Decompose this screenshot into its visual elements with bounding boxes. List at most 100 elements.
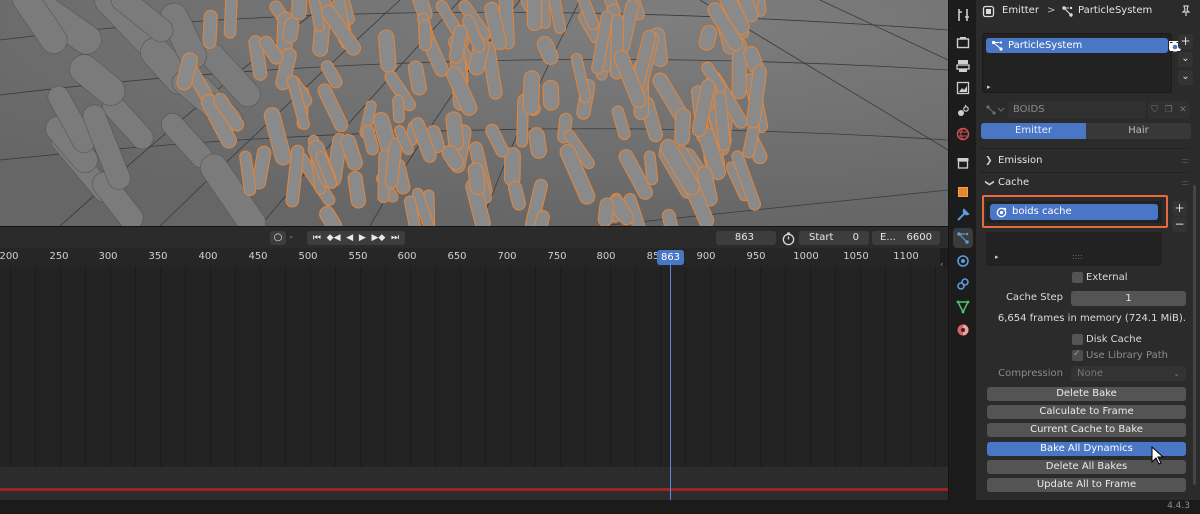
- emit-type-hair[interactable]: Hair: [1086, 123, 1191, 139]
- constraints-tab-icon[interactable]: [953, 274, 973, 294]
- view-layer-tab-icon[interactable]: [953, 78, 973, 98]
- frame-ruler[interactable]: 200 250 300 350 400 450 500 550 600 650 …: [0, 248, 940, 267]
- particle-settings-icon[interactable]: [985, 104, 1005, 116]
- collection-tab-icon[interactable]: [953, 153, 973, 173]
- jump-to-end-icon[interactable]: ⏭: [391, 233, 399, 243]
- add-particle-system-button[interactable]: +: [1178, 34, 1193, 49]
- timeline-header: ○ ⌄ ⏮ ◆◀ ◀ ▶ ▶◆ ⏭ 863 Start 0 E... 6600: [0, 226, 948, 248]
- dopesheet-gridline: [560, 267, 561, 467]
- compression-dropdown[interactable]: None ⌄: [1071, 366, 1186, 381]
- previous-keyframe-icon[interactable]: ◆◀: [327, 233, 341, 243]
- checkbox-box[interactable]: [1072, 348, 1083, 361]
- pin-icon[interactable]: [1180, 5, 1192, 17]
- dopesheet-gridline: [935, 267, 936, 467]
- modifier-tab-icon[interactable]: [953, 205, 973, 225]
- dopesheet-gridline: [185, 267, 186, 467]
- particle-settings-name-field[interactable]: BOIDS: [1008, 101, 1146, 119]
- end-frame-field[interactable]: E... 6600: [872, 231, 940, 245]
- chevron-down-icon[interactable]: ⌄: [288, 232, 294, 240]
- panel-grip-icon[interactable]: ::::: [1181, 152, 1189, 170]
- dopesheet-gridline: [585, 267, 586, 467]
- tool-tab-icon[interactable]: [953, 5, 973, 25]
- data-tab-icon[interactable]: [953, 297, 973, 317]
- ruler-tick: 300: [98, 251, 118, 262]
- dopesheet-gridline: [785, 267, 786, 467]
- calculate-to-frame-button[interactable]: Calculate to Frame: [987, 405, 1186, 419]
- object-tab-icon[interactable]: [953, 182, 973, 202]
- list-more-button[interactable]: ⌄: [1178, 70, 1193, 85]
- add-cache-button[interactable]: +: [1172, 201, 1187, 216]
- dopesheet-gridline: [710, 267, 711, 467]
- ruler-tick: 800: [596, 251, 616, 262]
- ruler-tick: 350: [148, 251, 168, 262]
- dopesheet-gridline: [335, 267, 336, 467]
- material-tab-icon[interactable]: [953, 320, 973, 340]
- particle-system-name: ParticleSystem: [1008, 40, 1083, 51]
- shield-icon[interactable]: ⛉: [1151, 105, 1158, 115]
- cache-highlight-box: [982, 195, 1168, 228]
- playhead-line[interactable]: [670, 262, 671, 500]
- dopesheet-gridline: [35, 267, 36, 467]
- use-library-path-checkbox[interactable]: Use Library Path: [1072, 348, 1168, 362]
- delete-bake-button[interactable]: Delete Bake: [987, 387, 1186, 401]
- particle-system-list[interactable]: ParticleSystem ▸: [982, 33, 1181, 93]
- render-tab-icon[interactable]: [953, 33, 973, 53]
- start-frame-label: Start: [809, 232, 834, 243]
- dopesheet-gridline: [535, 267, 536, 467]
- start-frame-field[interactable]: Start 0: [799, 231, 869, 245]
- dopesheet-gridline: [110, 267, 111, 467]
- ruler-tick: 500: [298, 251, 318, 262]
- jump-to-start-icon[interactable]: ⏮: [313, 233, 321, 243]
- current-frame-field[interactable]: 863: [716, 231, 776, 245]
- dopesheet-gridline: [210, 267, 211, 467]
- physics-tab-icon[interactable]: [953, 251, 973, 271]
- dopesheet-gridline: [610, 267, 611, 467]
- checkbox-box[interactable]: [1072, 334, 1083, 345]
- list-resize-grip[interactable]: ::::: [1072, 252, 1083, 261]
- remove-cache-button[interactable]: −: [1172, 217, 1187, 232]
- play-reverse-icon[interactable]: ◀: [346, 233, 353, 243]
- dopesheet-gridline: [360, 267, 361, 467]
- dopesheet-gridline: [60, 267, 61, 467]
- point-cache-list-body[interactable]: ▸ ::::: [986, 232, 1162, 266]
- cache-step-field[interactable]: 1: [1071, 291, 1186, 306]
- list-expand-icon[interactable]: ▸: [995, 253, 999, 261]
- next-keyframe-icon[interactable]: ▶◆: [371, 233, 385, 243]
- properties-scrollbar[interactable]: [1193, 185, 1196, 485]
- panel-grip-icon[interactable]: ::::: [1181, 174, 1189, 192]
- dopesheet-gridline: [910, 267, 911, 467]
- boid-capsule: [542, 79, 560, 111]
- playback-controls: ⏮ ◆◀ ◀ ▶ ▶◆ ⏭: [307, 231, 405, 245]
- update-all-to-frame-button[interactable]: Update All to Frame: [987, 478, 1186, 492]
- disk-cache-checkbox[interactable]: Disk Cache: [1072, 333, 1142, 346]
- stopwatch-icon[interactable]: [781, 231, 796, 246]
- close-icon[interactable]: ✕: [1179, 105, 1187, 115]
- cache-panel-header[interactable]: ❯ Cache ::::: [980, 174, 1190, 192]
- 3d-viewport[interactable]: [0, 0, 948, 226]
- play-icon[interactable]: ▶: [359, 233, 366, 243]
- cache-panel-title: Cache: [998, 177, 1030, 188]
- world-tab-icon[interactable]: [953, 124, 973, 144]
- chevron-right-icon: ❯: [985, 156, 993, 166]
- current-cache-to-bake-button[interactable]: Current Cache to Bake: [987, 423, 1186, 437]
- boid-capsule: [522, 70, 541, 116]
- list-expand-icon[interactable]: ▸: [987, 83, 991, 91]
- particle-system-item[interactable]: ParticleSystem: [986, 38, 1181, 53]
- duplicate-icon[interactable]: ❐: [1165, 105, 1173, 115]
- timeline-scroll-area[interactable]: [0, 467, 948, 500]
- external-checkbox[interactable]: External: [1072, 271, 1128, 284]
- boid-capsule: [392, 94, 405, 124]
- emission-panel-header[interactable]: ❯ Emission ::::: [980, 152, 1190, 170]
- breadcrumb-separator: >: [1047, 5, 1056, 16]
- particles-tab-icon[interactable]: [953, 228, 973, 248]
- ruler-tick: 250: [49, 251, 69, 262]
- checkbox-box[interactable]: [1072, 272, 1083, 283]
- list-specials-button[interactable]: ⌄: [1178, 52, 1193, 67]
- timeline-channels[interactable]: [0, 267, 948, 467]
- dopesheet-gridline: [285, 267, 286, 467]
- keying-mode-button[interactable]: ○: [270, 231, 286, 245]
- output-tab-icon[interactable]: [953, 56, 973, 76]
- emit-type-emitter[interactable]: Emitter: [981, 123, 1086, 139]
- scene-tab-icon[interactable]: [953, 101, 973, 121]
- dopesheet-gridline: [885, 267, 886, 467]
